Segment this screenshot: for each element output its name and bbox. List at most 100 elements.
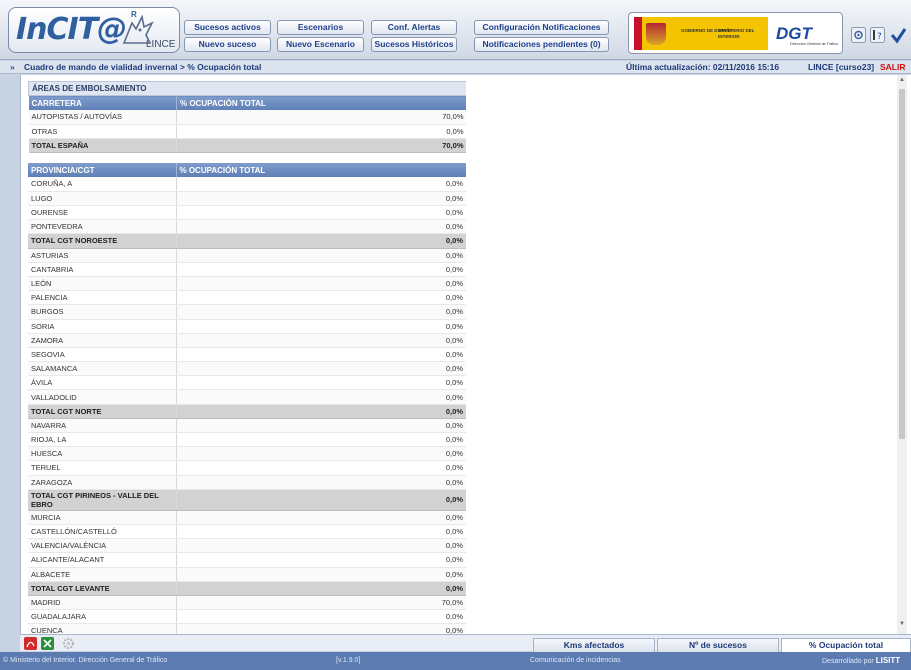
ocupacion-column-header[interactable]: % OCUPACIÓN TOTAL (176, 162, 466, 178)
table-row: CORUÑA, A 0,0% (28, 177, 466, 192)
row-value-cell: 0,0% (176, 319, 466, 334)
vertical-scrollbar[interactable]: ▲ ▼ (897, 75, 907, 634)
configuracion-notificaciones-button[interactable]: Configuración Notificaciones (474, 20, 609, 35)
row-value-cell: 0,0% (176, 404, 466, 419)
provincias-table: PROVINCIA/CGT % OCUPACIÓN TOTAL CORUÑA, … (28, 162, 466, 634)
row-value-cell: 0,0% (176, 538, 466, 554)
sucesos-historicos-button[interactable]: Sucesos Históricos (371, 37, 457, 52)
row-name-cell: MURCIA (28, 510, 177, 525)
total-row: TOTAL CGT PIRINEOS - VALLE DEL EBRO 0,0% (28, 489, 466, 511)
tab-ocupacion-total[interactable]: % Ocupación total (781, 638, 911, 652)
row-value-cell: 0,0% (176, 567, 466, 582)
table-spacer (28, 153, 466, 163)
row-name-cell: CASTELLÓN/CASTELLÓ (28, 524, 177, 540)
dgt-logo: DGT Dirección General de Tráfico (776, 18, 840, 51)
row-name-cell: MADRID (28, 595, 177, 611)
scrollbar-thumb[interactable] (899, 89, 905, 439)
row-value-cell: 0,0% (176, 389, 466, 405)
row-value-cell: 0,0% (176, 219, 466, 235)
row-value-cell: 0,0% (176, 418, 466, 434)
dgt-mark: DGT (776, 24, 812, 43)
nuevo-suceso-button[interactable]: Nuevo suceso (184, 37, 271, 52)
help-icon[interactable]: ? (870, 26, 885, 44)
row-name-cell: PALENCIA (28, 290, 177, 306)
developer-name[interactable]: LISITT (876, 656, 900, 665)
table-row: OTRAS 0,0% (28, 124, 466, 139)
row-name-cell: TERUEL (28, 460, 177, 476)
row-value-cell: 0,0% (176, 333, 466, 348)
scroll-down-icon[interactable]: ▼ (899, 621, 905, 627)
row-name-cell: ÁVILA (28, 375, 177, 391)
notificaciones-pendientes-button[interactable]: Notificaciones pendientes (0) (474, 37, 609, 52)
tab-num-sucesos[interactable]: Nº de sucesos (657, 638, 779, 652)
row-name-cell: CANTABRIA (28, 262, 177, 277)
table-row: SEGOVIA 0,0% (28, 347, 466, 363)
table-row: LUGO 0,0% (28, 191, 466, 207)
table-row: ALBACETE 0,0% (28, 567, 466, 582)
row-value-cell: 0,0% (176, 124, 466, 139)
row-name-cell: ZARAGOZA (28, 475, 177, 490)
footer: © Ministerio del Interior. Dirección Gen… (0, 652, 911, 670)
sucesos-activos-button[interactable]: Sucesos activos (184, 20, 271, 35)
ministerio-label: MINISTERIO DEL INTERIOR (718, 28, 755, 39)
table-row: MADRID 70,0% (28, 595, 466, 611)
row-value-cell: 0,0% (176, 552, 466, 568)
table-row: SALAMANCA 0,0% (28, 361, 466, 377)
conf-alertas-button[interactable]: Conf. Alertas (371, 20, 457, 35)
logout-link[interactable]: SALIR (880, 61, 906, 73)
row-name-cell: VALENCIA/VALÈNCIA (28, 538, 177, 554)
logo-text: InCIT@ (16, 12, 127, 47)
table-row: CUENCA 0,0% (28, 623, 466, 634)
collapse-arrow-icon[interactable]: » (10, 61, 15, 73)
row-name-cell: OURENSE (28, 205, 177, 221)
developed-by-text: Desarrollado por (822, 658, 874, 665)
carretera-column-header[interactable]: CARRETERA (28, 95, 177, 110)
row-value-cell: 0,0% (176, 432, 466, 448)
row-value-cell: 0,0% (176, 304, 466, 320)
bottom-tab-bar: Kms afectados Nº de sucesos % Ocupación … (20, 634, 911, 652)
table-row: VALENCIA/VALÈNCIA 0,0% (28, 538, 466, 554)
table-row: ÁVILA 0,0% (28, 375, 466, 391)
total-row: TOTAL ESPAÑA 70,0% (28, 138, 466, 153)
table-row: MURCIA 0,0% (28, 510, 466, 525)
tab-kms-afectados[interactable]: Kms afectados (533, 638, 655, 652)
row-name-cell: CORUÑA, A (28, 177, 177, 192)
row-name-cell: SORIA (28, 319, 177, 334)
row-name-cell: HUESCA (28, 446, 177, 462)
areas-header-row: CARRETERA % OCUPACIÓN TOTAL (28, 95, 466, 110)
excel-icon[interactable] (41, 637, 54, 650)
developer-label: Desarrollado por LISITT (822, 652, 900, 670)
gear-icon[interactable] (62, 637, 75, 650)
flag-stripe (634, 17, 642, 50)
table-row: GUADALAJARA 0,0% (28, 609, 466, 625)
provincia-column-header[interactable]: PROVINCIA/CGT (28, 162, 177, 178)
row-name-cell: TOTAL CGT NOROESTE (28, 233, 177, 249)
row-name-cell: RIOJA, LA (28, 432, 177, 448)
incita-logo[interactable]: InCIT@ R LINCE (8, 7, 180, 53)
table-row: LEÓN 0,0% (28, 276, 466, 292)
table-row: PALENCIA 0,0% (28, 290, 466, 306)
row-value-cell: 0,0% (176, 623, 466, 634)
row-value-cell: 0,0% (176, 460, 466, 476)
breadcrumb-bar: » Cuadro de mando de vialidad invernal >… (0, 61, 911, 74)
table-row: TERUEL 0,0% (28, 460, 466, 476)
provincias-header-row: PROVINCIA/CGT % OCUPACIÓN TOTAL (28, 162, 466, 178)
ocupacion-column-header[interactable]: % OCUPACIÓN TOTAL (176, 95, 466, 110)
svg-text:?: ? (877, 32, 882, 42)
escenarios-button[interactable]: Escenarios (277, 20, 364, 35)
nuevo-escenario-button[interactable]: Nuevo Escenario (277, 37, 364, 52)
pdf-icon[interactable] (24, 637, 37, 650)
check-icon[interactable] (891, 26, 906, 44)
row-name-cell: SEGOVIA (28, 347, 177, 363)
row-value-cell: 0,0% (176, 524, 466, 540)
total-row: TOTAL CGT NORTE 0,0% (28, 404, 466, 419)
settings-icon[interactable] (851, 26, 866, 44)
main-content: ÁREAS DE EMBOLSAMIENTO CARRETERA % OCUPA… (20, 75, 911, 634)
row-name-cell: SALAMANCA (28, 361, 177, 377)
scroll-up-icon[interactable]: ▲ (899, 77, 905, 83)
row-value-cell: 0,0% (176, 361, 466, 377)
table-row: CANTABRIA 0,0% (28, 262, 466, 277)
total-row: TOTAL CGT LEVANTE 0,0% (28, 581, 466, 596)
areas-title-cell: ÁREAS DE EMBOLSAMIENTO (28, 81, 466, 97)
row-value-cell: 0,0% (176, 262, 466, 277)
